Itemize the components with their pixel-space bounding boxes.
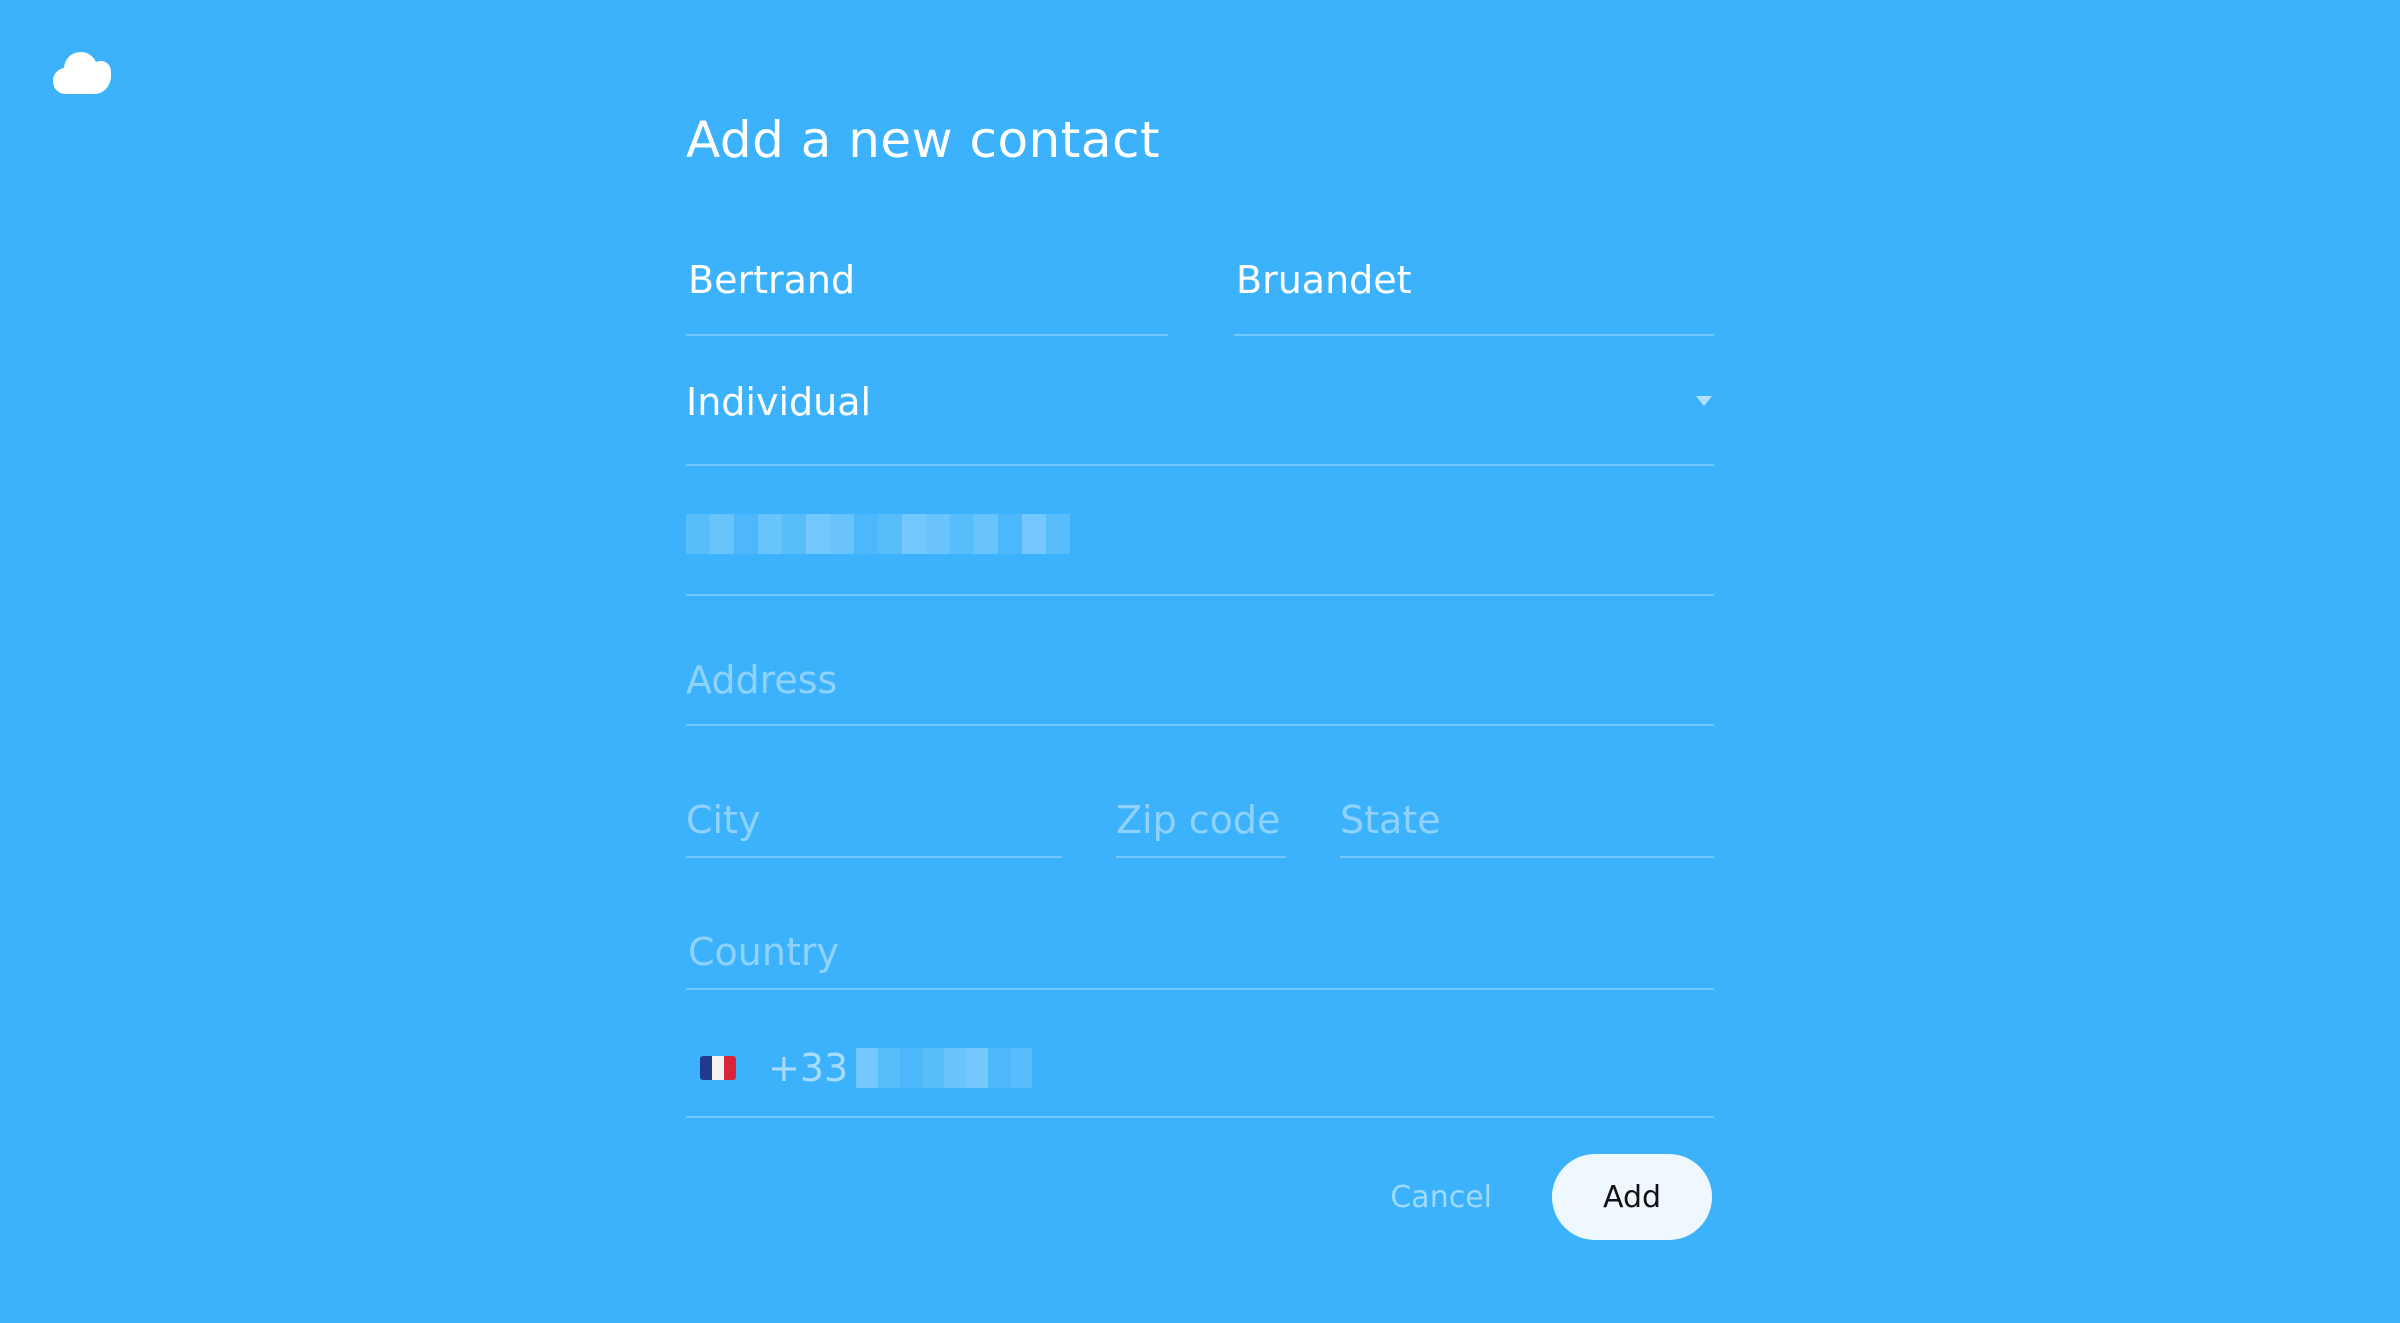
chevron-down-icon[interactable] bbox=[1696, 396, 1712, 406]
contact-type-select[interactable]: Individual bbox=[686, 370, 1714, 466]
phone-field[interactable]: +33 bbox=[686, 1022, 1714, 1118]
phone-country-prefix: +33 bbox=[768, 1046, 849, 1090]
page-title: Add a new contact bbox=[686, 111, 1161, 169]
city-input[interactable] bbox=[686, 790, 1062, 850]
cancel-button[interactable]: Cancel bbox=[1390, 1180, 1492, 1215]
cloud-logo-icon[interactable] bbox=[52, 50, 112, 96]
email-field[interactable] bbox=[686, 500, 1714, 596]
redacted-phone-number bbox=[856, 1048, 1033, 1088]
first-name-field[interactable] bbox=[686, 240, 1170, 336]
france-flag-icon[interactable] bbox=[700, 1056, 736, 1080]
contact-type-value: Individual bbox=[686, 380, 872, 424]
address-input[interactable] bbox=[686, 650, 1714, 710]
phone-row: +33 bbox=[700, 1038, 1033, 1098]
last-name-input[interactable] bbox=[1236, 250, 1716, 310]
city-field[interactable] bbox=[686, 762, 1062, 858]
state-field[interactable] bbox=[1340, 762, 1714, 858]
add-button[interactable]: Add bbox=[1552, 1154, 1712, 1240]
address-field[interactable] bbox=[686, 626, 1714, 726]
country-input[interactable] bbox=[688, 922, 1716, 982]
zip-code-field[interactable] bbox=[1116, 762, 1286, 858]
first-name-input[interactable] bbox=[688, 250, 1170, 310]
form-actions: Cancel Add bbox=[1390, 1154, 1714, 1240]
zip-code-input[interactable] bbox=[1116, 790, 1286, 850]
last-name-field[interactable] bbox=[1234, 240, 1716, 336]
state-input[interactable] bbox=[1340, 790, 1714, 850]
country-field[interactable] bbox=[686, 894, 1716, 990]
redacted-email-value bbox=[686, 514, 1070, 554]
cloud-icon bbox=[53, 52, 111, 94]
